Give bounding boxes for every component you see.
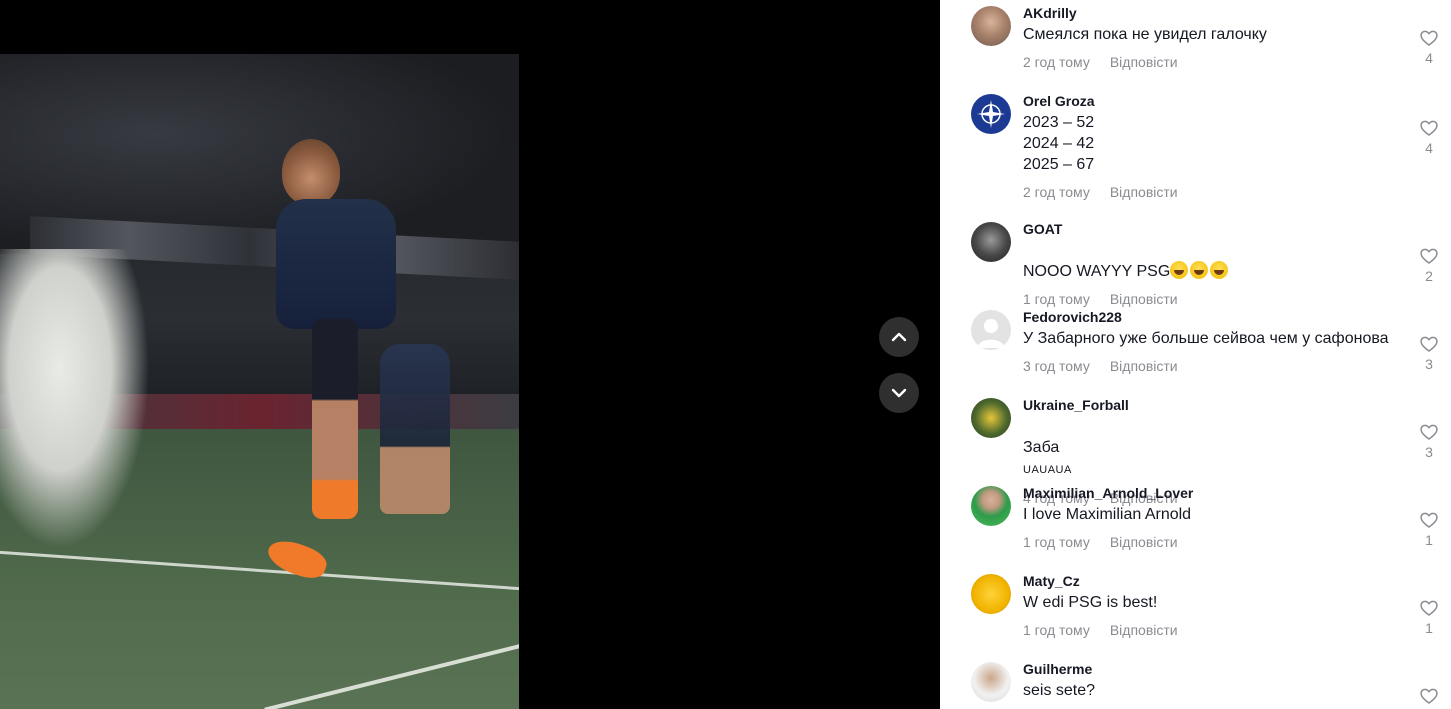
comment-time: 1 год тому — [1023, 622, 1090, 638]
comment-item: Guilherme seis sete? — [971, 660, 1441, 709]
like-control[interactable]: 4 — [1417, 118, 1441, 156]
player-dark-kit — [263, 139, 410, 584]
heart-icon[interactable] — [1419, 686, 1439, 706]
avatar[interactable] — [971, 310, 1011, 350]
heart-icon[interactable] — [1419, 598, 1439, 618]
comment-username[interactable]: Maty_Cz — [1023, 572, 1403, 590]
heart-icon[interactable] — [1419, 28, 1439, 48]
comment-username[interactable]: Maximilian_Arnold_Lover — [1023, 484, 1403, 502]
heart-icon[interactable] — [1419, 246, 1439, 266]
comment-item: Maty_Cz W edi PSG is best! 1 год тому Ві… — [971, 572, 1441, 654]
reply-button[interactable]: Відповісти — [1110, 182, 1178, 202]
laughing-emoji-icon — [1170, 261, 1189, 279]
comment-item: GOAT NOOO WAYYY PSG 1 год тому Відповіст… — [971, 220, 1441, 307]
like-control[interactable]: 4 — [1417, 28, 1441, 66]
reply-button[interactable]: Відповісти — [1110, 356, 1178, 376]
comment-item: AKdrilly Смеялся пока не увидел галочку … — [971, 4, 1441, 86]
comment-text: У Забарного уже больше сейвоа чем у сафо… — [1023, 330, 1389, 347]
player-head — [282, 139, 340, 205]
comment-text: W edi PSG is best! — [1023, 594, 1158, 611]
reply-button[interactable]: Відповісти — [1110, 620, 1178, 640]
next-video-button[interactable] — [879, 373, 919, 413]
comment-time: 2 год тому — [1023, 54, 1090, 70]
comment-time: 2 год тому — [1023, 184, 1090, 200]
like-control[interactable]: 2 — [1417, 246, 1441, 284]
like-control[interactable] — [1417, 686, 1441, 706]
comment-text-content: NOOO WAYYY PSG — [1023, 263, 1171, 280]
like-count: 3 — [1425, 356, 1433, 372]
avatar[interactable] — [971, 486, 1011, 526]
comment-item: Fedorovich228 У Забарного уже больше сей… — [971, 308, 1441, 390]
reply-button[interactable]: Відповісти — [1110, 532, 1178, 552]
heart-icon[interactable] — [1419, 422, 1439, 442]
like-count: 4 — [1425, 140, 1433, 156]
comment-text: 2023 – 52 2024 – 42 2025 – 67 — [1023, 114, 1095, 173]
previous-video-button[interactable] — [879, 317, 919, 357]
like-count: 4 — [1425, 50, 1433, 66]
comments-panel: AKdrilly Смеялся пока не увидел галочку … — [940, 0, 1451, 709]
compass-rose-icon — [977, 100, 1005, 128]
chevron-up-icon — [891, 332, 907, 342]
avatar[interactable] — [971, 398, 1011, 438]
player-shirt — [276, 199, 396, 329]
avatar[interactable] — [971, 6, 1011, 46]
comment-text-content: Заба — [1023, 439, 1060, 456]
reply-button[interactable]: Відповісти — [1110, 52, 1178, 72]
player-white-kit — [0, 249, 150, 549]
video-stage — [0, 0, 940, 709]
heart-icon[interactable] — [1419, 510, 1439, 530]
heart-icon[interactable] — [1419, 334, 1439, 354]
like-control[interactable]: 3 — [1417, 422, 1441, 460]
like-count: 1 — [1425, 532, 1433, 548]
video-player[interactable] — [0, 54, 519, 709]
comment-text: I love Maximilian Arnold — [1023, 506, 1192, 523]
comment-text: Смеялся пока не увидел галочку — [1023, 26, 1267, 43]
like-count: 2 — [1425, 268, 1433, 284]
avatar[interactable] — [971, 94, 1011, 134]
comment-username[interactable]: GOAT — [1023, 220, 1403, 238]
avatar[interactable] — [971, 574, 1011, 614]
laughing-emoji-icon — [1210, 261, 1229, 279]
comment-text: seis sete? — [1023, 682, 1096, 699]
comment-item: Orel Groza 2023 – 52 2024 – 42 2025 – 67… — [971, 92, 1441, 204]
comment-text: NOOO WAYYY PSG — [1023, 240, 1403, 282]
like-control[interactable]: 3 — [1417, 334, 1441, 372]
comment-time: 1 год тому — [1023, 291, 1090, 307]
comment-username[interactable]: Guilherme — [1023, 660, 1403, 678]
comment-text: Заба UAUAUA — [1023, 416, 1403, 481]
like-control[interactable]: 1 — [1417, 510, 1441, 548]
like-count: 3 — [1425, 444, 1433, 460]
like-count: 1 — [1425, 620, 1433, 636]
heart-icon[interactable] — [1419, 118, 1439, 138]
reply-button[interactable]: Відповісти — [1110, 289, 1178, 309]
avatar[interactable] — [971, 222, 1011, 262]
comment-time: 1 год тому — [1023, 534, 1090, 550]
comment-time: 3 год тому — [1023, 358, 1090, 374]
player-legs — [263, 319, 358, 584]
like-control[interactable]: 1 — [1417, 598, 1441, 636]
avatar[interactable] — [971, 662, 1011, 702]
comment-item: Ukraine_Forball Заба UAUAUA 4 год тому В… — [971, 396, 1441, 506]
comment-username[interactable]: Ukraine_Forball — [1023, 396, 1403, 414]
chevron-down-icon — [891, 388, 907, 398]
laughing-emoji-icon — [1190, 261, 1209, 279]
comment-username[interactable]: Fedorovich228 — [1023, 308, 1403, 326]
comment-item: Maximilian_Arnold_Lover I love Maximilia… — [971, 484, 1441, 566]
comment-text-extra: UAUAUA — [1023, 464, 1072, 476]
comment-username[interactable]: AKdrilly — [1023, 4, 1403, 22]
comment-username[interactable]: Orel Groza — [1023, 92, 1403, 110]
default-user-icon — [977, 319, 1005, 348]
